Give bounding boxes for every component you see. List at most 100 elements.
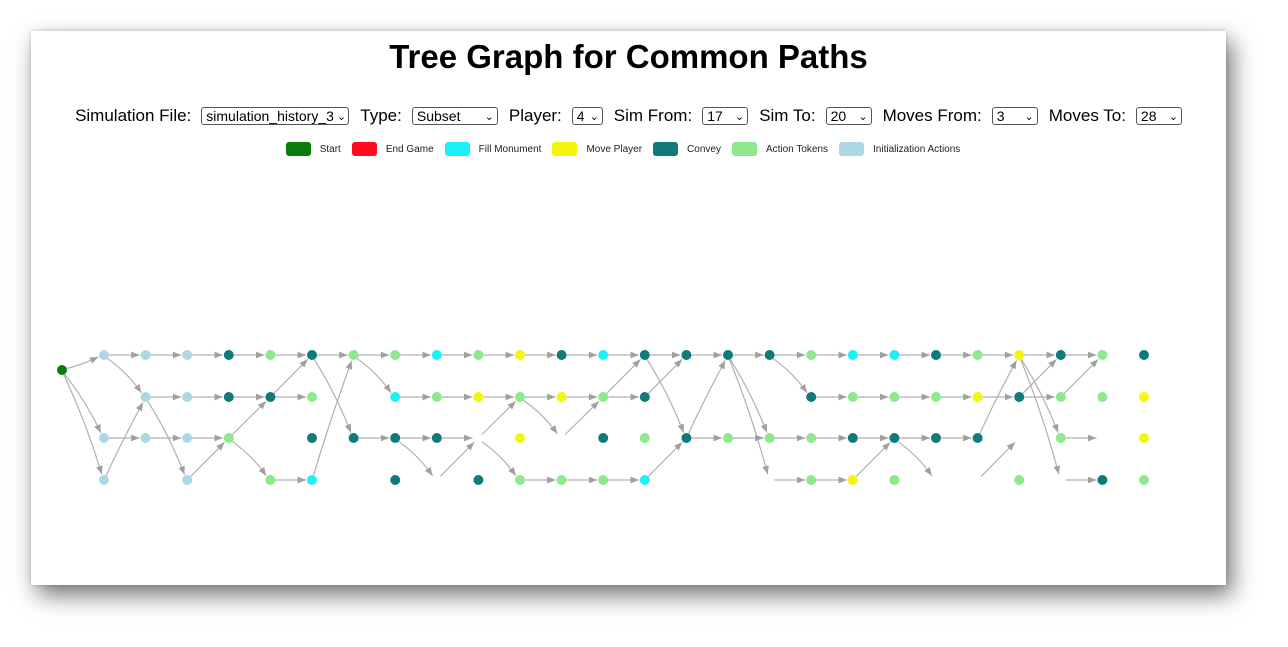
graph-node-token[interactable] xyxy=(598,392,609,402)
graph-node-token[interactable] xyxy=(1097,392,1108,402)
graph-node-token[interactable] xyxy=(1055,392,1066,402)
graph-node-token[interactable] xyxy=(1139,475,1149,485)
graph-edge xyxy=(398,441,434,477)
graph-node-fill[interactable] xyxy=(598,350,609,360)
graph-node-convey[interactable] xyxy=(847,433,858,443)
graph-edge xyxy=(897,441,933,477)
graph-node-start[interactable] xyxy=(57,365,67,375)
graph-node-fill[interactable] xyxy=(431,350,442,360)
graph-node-init[interactable] xyxy=(182,350,193,360)
graph-node-convey[interactable] xyxy=(639,350,650,360)
graph-node-convey[interactable] xyxy=(390,433,401,443)
graph-node-token[interactable] xyxy=(473,350,484,360)
graph-edge xyxy=(313,359,352,433)
graph-node-token[interactable] xyxy=(806,433,817,443)
graph-node-move[interactable] xyxy=(556,392,567,402)
graph-node-token[interactable] xyxy=(889,392,900,402)
graph-node-convey[interactable] xyxy=(598,433,609,443)
graph-node-convey[interactable] xyxy=(764,350,775,360)
graph-node-init[interactable] xyxy=(182,475,193,485)
graph-node-token[interactable] xyxy=(598,475,609,485)
graph-edge xyxy=(980,441,1016,477)
graph-node-fill[interactable] xyxy=(307,475,317,485)
graph-node-fill[interactable] xyxy=(639,475,650,485)
graph-edge xyxy=(481,441,517,477)
graph-node-token[interactable] xyxy=(390,350,401,360)
graph-edge xyxy=(190,441,226,477)
graph-node-init[interactable] xyxy=(182,392,193,402)
graph-node-convey[interactable] xyxy=(431,433,442,443)
graph-edge xyxy=(481,400,517,435)
graph-node-init[interactable] xyxy=(99,350,109,360)
graph-node-convey[interactable] xyxy=(390,475,401,485)
graph-node-init[interactable] xyxy=(182,433,193,443)
graph-edge xyxy=(356,358,392,394)
graph-node-convey[interactable] xyxy=(681,350,692,360)
graph-node-convey[interactable] xyxy=(307,433,317,443)
graph-edge xyxy=(107,358,142,394)
graph-node-move[interactable] xyxy=(515,433,525,443)
graph-nodes xyxy=(57,350,1149,485)
graph-node-convey[interactable] xyxy=(223,350,234,360)
graph-node-token[interactable] xyxy=(515,392,525,402)
graph-edge xyxy=(1020,359,1059,433)
graph-node-token[interactable] xyxy=(723,433,733,443)
graph-node-move[interactable] xyxy=(1139,433,1149,443)
graph-edge xyxy=(231,400,267,435)
graph-node-convey[interactable] xyxy=(806,392,817,402)
graph-node-fill[interactable] xyxy=(390,392,401,402)
graph-node-convey[interactable] xyxy=(972,433,983,443)
graph-node-token[interactable] xyxy=(1097,350,1108,360)
graph-node-move[interactable] xyxy=(847,475,858,485)
graph-node-convey[interactable] xyxy=(556,350,567,360)
graph-node-token[interactable] xyxy=(348,350,359,360)
graph-node-init[interactable] xyxy=(99,475,109,485)
graph-node-token[interactable] xyxy=(806,350,817,360)
graph-node-fill[interactable] xyxy=(847,350,858,360)
graph-node-convey[interactable] xyxy=(265,392,276,402)
graph-node-init[interactable] xyxy=(140,350,151,360)
graph-node-token[interactable] xyxy=(265,350,276,360)
graph-node-convey[interactable] xyxy=(639,392,650,402)
graph-node-convey[interactable] xyxy=(1014,392,1025,402)
graph-node-token[interactable] xyxy=(1055,433,1066,443)
graph-node-move[interactable] xyxy=(1139,392,1149,402)
graph-node-convey[interactable] xyxy=(723,350,733,360)
graph-node-token[interactable] xyxy=(265,475,276,485)
graph-node-convey[interactable] xyxy=(889,433,900,443)
graph-node-token[interactable] xyxy=(431,392,442,402)
graph-node-token[interactable] xyxy=(639,433,650,443)
graph-node-move[interactable] xyxy=(473,392,484,402)
graph-node-token[interactable] xyxy=(806,475,817,485)
graph-node-convey[interactable] xyxy=(307,350,317,360)
graph-node-token[interactable] xyxy=(1014,475,1025,485)
graph-node-token[interactable] xyxy=(223,433,234,443)
graph-edge xyxy=(729,359,769,475)
graph-node-convey[interactable] xyxy=(1055,350,1066,360)
graph-node-token[interactable] xyxy=(972,350,983,360)
graph-node-init[interactable] xyxy=(140,433,151,443)
graph-node-convey[interactable] xyxy=(681,433,692,443)
graph-node-token[interactable] xyxy=(515,475,525,485)
graph-node-convey[interactable] xyxy=(1097,475,1108,485)
graph-edge xyxy=(66,356,99,369)
graph-node-convey[interactable] xyxy=(223,392,234,402)
graph-node-token[interactable] xyxy=(764,433,775,443)
graph-node-token[interactable] xyxy=(931,392,941,402)
graph-node-token[interactable] xyxy=(889,475,900,485)
graph-node-convey[interactable] xyxy=(473,475,484,485)
graph-edge xyxy=(1063,358,1099,394)
graph-node-init[interactable] xyxy=(99,433,109,443)
graph-node-convey[interactable] xyxy=(1139,350,1149,360)
graph-node-init[interactable] xyxy=(140,392,151,402)
graph-node-fill[interactable] xyxy=(889,350,900,360)
graph-node-token[interactable] xyxy=(847,392,858,402)
graph-node-move[interactable] xyxy=(515,350,525,360)
graph-node-token[interactable] xyxy=(307,392,317,402)
graph-node-token[interactable] xyxy=(556,475,567,485)
graph-node-convey[interactable] xyxy=(348,433,359,443)
graph-node-convey[interactable] xyxy=(931,350,941,360)
graph-node-move[interactable] xyxy=(1014,350,1025,360)
graph-node-convey[interactable] xyxy=(931,433,941,443)
graph-node-move[interactable] xyxy=(972,392,983,402)
